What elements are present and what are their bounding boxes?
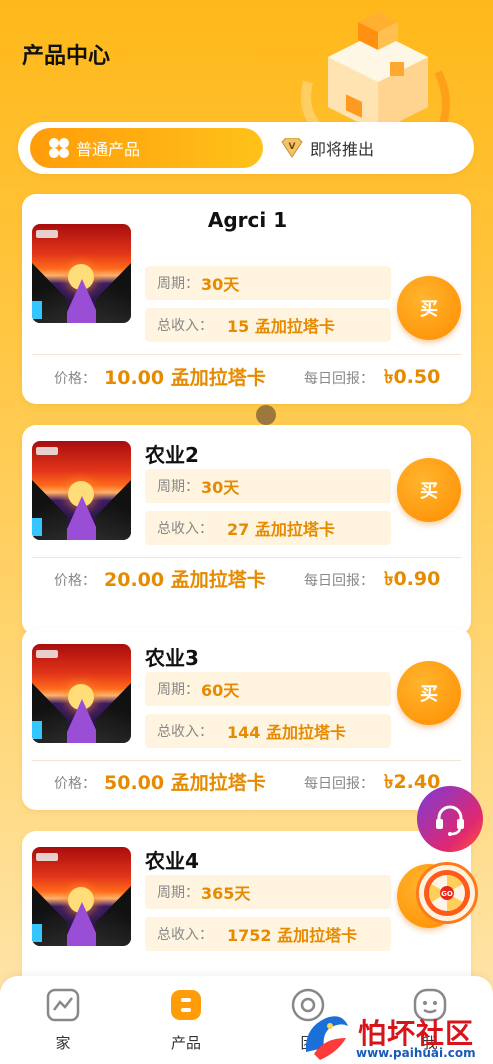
- total-income-value: 15 孟加拉塔卡: [227, 317, 335, 336]
- page-title: 产品中心: [22, 44, 111, 69]
- product-image: [32, 224, 131, 323]
- tab-regular-label: 普通产品: [76, 140, 141, 159]
- total-income-label: 总收入：: [157, 521, 213, 537]
- daily-return-value: ৳0.90: [384, 568, 441, 590]
- period-value: 30天: [201, 275, 240, 294]
- divider: [32, 354, 461, 355]
- price-row: 价格： 20.00 孟加拉塔卡 每日回报： ৳0.90: [22, 564, 471, 594]
- total-income-row: 总收入： 1752 孟加拉塔卡: [145, 917, 391, 951]
- period-row: 周期： 365天: [145, 875, 391, 909]
- total-income-row: 总收入： 144 孟加拉塔卡: [145, 714, 391, 748]
- buy-button[interactable]: 买: [397, 276, 461, 340]
- daily-return-label: 每日回报：: [304, 776, 374, 792]
- watermark: 怕坏社区 www.paihuai.com: [298, 1008, 493, 1064]
- total-income-label: 总收入：: [157, 927, 213, 943]
- period-row: 周期： 30天: [145, 266, 391, 300]
- period-value: 365天: [201, 884, 251, 903]
- tab-coming-soon[interactable]: V 即将推出: [280, 128, 374, 168]
- daily-return-label: 每日回报：: [304, 573, 374, 589]
- buy-button[interactable]: 买: [397, 458, 461, 522]
- tab-coming-soon-label: 即将推出: [310, 140, 375, 159]
- product-icon: [171, 990, 201, 1020]
- product-tabs: 普通产品 V 即将推出: [18, 122, 474, 174]
- product-card: Agrci 1 周期： 30天 总收入： 15 孟加拉塔卡 买 价格： 10.0…: [22, 194, 471, 404]
- price-value: 20.00 孟加拉塔卡: [104, 569, 266, 591]
- drag-handle[interactable]: [256, 405, 276, 425]
- product-image: [32, 847, 131, 946]
- tab-regular-products[interactable]: 普通产品: [30, 128, 263, 168]
- daily-return-label: 每日回报：: [304, 371, 374, 387]
- product-name: 农业4: [145, 849, 199, 873]
- period-value: 30天: [201, 478, 240, 497]
- product-image: [32, 644, 131, 743]
- price-label: 价格：: [54, 573, 96, 589]
- divider: [32, 760, 461, 761]
- product-image: [32, 441, 131, 540]
- nav-item-products[interactable]: 产品: [146, 988, 226, 1053]
- price-row: 价格： 10.00 孟加拉塔卡 每日回报： ৳0.50: [22, 362, 471, 392]
- product-name: 农业2: [145, 443, 199, 467]
- watermark-url: www.paihuai.com: [356, 1046, 476, 1060]
- lucky-wheel-button[interactable]: GO: [416, 862, 478, 924]
- product-card: 农业3 周期： 60天 总收入： 144 孟加拉塔卡 买 价格： 50.00 孟…: [22, 628, 471, 810]
- period-label: 周期：: [157, 276, 199, 292]
- headset-icon: [436, 805, 464, 836]
- period-label: 周期：: [157, 885, 199, 901]
- customer-service-button[interactable]: [417, 786, 483, 852]
- watermark-logo-icon: [305, 1016, 348, 1060]
- period-label: 周期：: [157, 479, 199, 495]
- product-name: Agrci 1: [207, 208, 288, 232]
- period-value: 60天: [201, 681, 240, 700]
- period-label: 周期：: [157, 682, 199, 698]
- buy-button[interactable]: 买: [397, 661, 461, 725]
- period-row: 周期： 60天: [145, 672, 391, 706]
- price-label: 价格：: [54, 371, 96, 387]
- divider: [32, 557, 461, 558]
- price-label: 价格：: [54, 776, 96, 792]
- total-income-row: 总收入： 27 孟加拉塔卡: [145, 511, 391, 545]
- product-card: 农业2 周期： 30天 总收入： 27 孟加拉塔卡 买 价格： 20.00 孟加…: [22, 425, 471, 635]
- svg-text:GO: GO: [441, 890, 453, 898]
- price-value: 10.00 孟加拉塔卡: [104, 367, 266, 389]
- period-row: 周期： 30天: [145, 469, 391, 503]
- nav-label-products: 产品: [170, 1034, 201, 1052]
- total-income-value: 1752 孟加拉塔卡: [227, 926, 358, 945]
- price-value: 50.00 孟加拉塔卡: [104, 772, 266, 794]
- total-income-value: 144 孟加拉塔卡: [227, 723, 346, 742]
- nav-label-home: 家: [55, 1034, 71, 1052]
- total-income-value: 27 孟加拉塔卡: [227, 520, 335, 539]
- v-diamond-icon: V: [281, 138, 303, 158]
- product-name: 农业3: [145, 646, 199, 670]
- chart-icon: [46, 988, 80, 1022]
- daily-return-value: ৳0.50: [384, 366, 441, 388]
- clover-icon: [49, 138, 69, 158]
- total-income-row: 总收入： 15 孟加拉塔卡: [145, 308, 391, 342]
- prize-wheel-icon: GO: [424, 870, 470, 916]
- total-income-label: 总收入：: [157, 318, 213, 334]
- nav-item-home[interactable]: 家: [23, 988, 103, 1053]
- price-row: 价格： 50.00 孟加拉塔卡 每日回报： ৳2.40: [22, 767, 471, 797]
- total-income-label: 总收入：: [157, 724, 213, 740]
- svg-text:V: V: [289, 142, 296, 152]
